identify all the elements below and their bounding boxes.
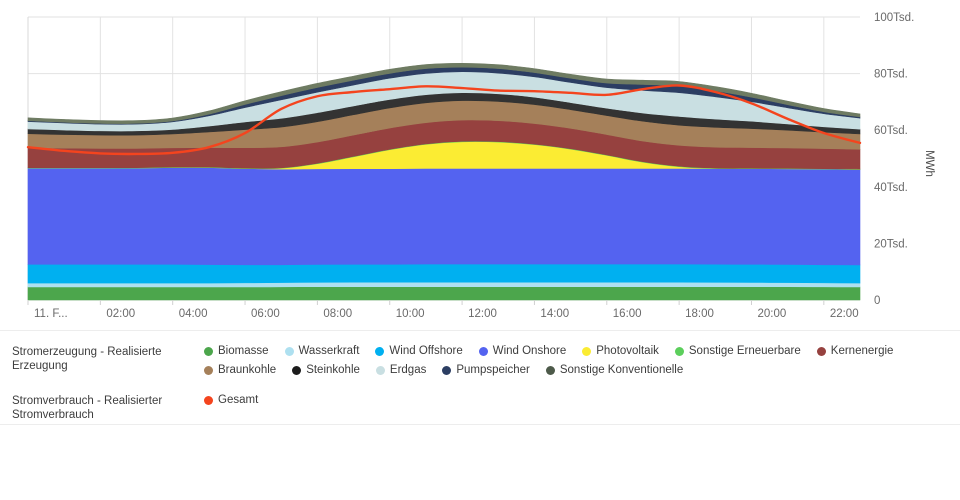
x-axis-tick-label: 04:00 [179,308,208,320]
legend-item-label: Steinkohle [306,364,360,376]
area-series-biomasse[interactable] [27,286,861,301]
area-series-wind-offshore[interactable] [27,263,861,284]
legend-item-label: Pumpspeicher [456,364,530,376]
legend-swatch-icon [478,346,488,356]
chart-region: 0 20Tsd. 40Tsd. 60Tsd. 80Tsd. 100Tsd. 11. F..… [0,0,960,330]
legend-generation-title: Stromerzeugung - Realisierte Erzeugung [12,346,162,372]
y-axis-tick-label: 0 [874,295,880,307]
x-axis-tick-label: 22:00 [830,308,859,320]
y-axis-tick-label: 100Tsd. [874,12,914,24]
legend-swatch-icon [292,365,302,375]
legend-item-label: Wind Offshore [389,345,463,357]
legend-item-label: Sonstige Konventionelle [559,364,684,376]
legend-consumption-items: Gesamt [204,393,960,407]
legend-swatch-icon [816,346,826,356]
x-axis-labels: 11. F... 02:00 04:00 06:00 08:00 10:00 12:00 14… [27,300,859,320]
area-series-wind-onshore[interactable] [27,167,861,266]
legend-item-label: Gesamt [218,394,259,406]
legend-item-wasserkraft[interactable]: Wasserkraft [284,344,360,358]
x-axis-tick-label: 08:00 [323,308,352,320]
legend-consumption: Stromverbrauch - Realisierter Stromverbr… [0,377,960,422]
legend-item-kernenergie[interactable]: Kernenergie [816,344,894,358]
x-axis-tick-label: 11. F... [34,308,68,320]
stacked-area-chart[interactable]: 0 20Tsd. 40Tsd. 60Tsd. 80Tsd. 100Tsd. 11. F..… [0,0,960,330]
legend-swatch-icon [545,365,555,375]
legend-swatch-icon [442,365,452,375]
legend-item-sonstige-konventionelle[interactable]: Sonstige Konventionelle [545,363,684,377]
legend-item-label: Wind Onshore [492,345,567,357]
y-axis-title-group: MWh [923,150,935,177]
x-axis-tick-label: 18:00 [685,308,714,320]
legend-item-label: Braunkohle [218,364,277,376]
legend-region: Stromerzeugung - Realisierte Erzeugung B… [0,330,960,425]
x-axis-tick-label: 16:00 [613,308,642,320]
chart-page: 0 20Tsd. 40Tsd. 60Tsd. 80Tsd. 100Tsd. 11. F..… [0,0,960,500]
legend-swatch-icon [375,365,385,375]
y-axis-tick-label: 20Tsd. [874,238,908,250]
x-axis-tick-label: 06:00 [251,308,280,320]
legend-item-pumpspeicher[interactable]: Pumpspeicher [442,363,530,377]
legend-item-label: Kernenergie [830,345,894,357]
legend-swatch-icon [375,346,385,356]
legend-generation: Stromerzeugung - Realisierte Erzeugung B… [0,331,960,377]
legend-item-label: Wasserkraft [298,345,360,357]
legend-swatch-icon [582,346,592,356]
legend-item-label: Sonstige Erneuerbare [688,345,801,357]
y-axis-tick-label: 80Tsd. [874,69,908,81]
legend-item-wind-onshore[interactable]: Wind Onshore [478,344,567,358]
legend-item-label: Biomasse [218,345,269,357]
legend-swatch-icon [204,395,213,405]
legend-swatch-icon [284,346,294,356]
x-axis-tick-label: 12:00 [468,308,497,320]
legend-swatch-icon [674,346,684,356]
y-axis-tick-label: 40Tsd. [874,182,908,194]
legend-item-photovoltaik[interactable]: Photovoltaik [582,344,659,358]
legend-item-wind-offshore[interactable]: Wind Offshore [375,344,463,358]
legend-consumption-title: Stromverbrauch - Realisierter Stromverbr… [12,395,163,421]
y-axis-title: MWh [923,150,935,177]
y-axis-tick-label: 60Tsd. [874,125,908,137]
x-axis-tick-label: 02:00 [106,308,135,320]
legend-item-braunkohle[interactable]: Braunkohle [204,363,276,377]
legend-item-steinkohle[interactable]: Steinkohle [292,363,360,377]
legend-item-erdgas[interactable]: Erdgas [375,363,427,377]
legend-swatch-icon [204,346,213,356]
y-axis-labels: 0 20Tsd. 40Tsd. 60Tsd. 80Tsd. 100Tsd. [874,12,914,307]
legend-item-biomasse[interactable]: Biomasse [204,344,269,358]
legend-item-sonstige-erneuerbare[interactable]: Sonstige Erneuerbare [674,344,801,358]
legend-item-label: Photovoltaik [596,345,659,357]
legend-generation-items: Biomasse Wasserkraft Wind Offshore Wind Ons… [204,344,960,377]
legend-item-label: Erdgas [389,364,427,376]
legend-swatch-icon [204,365,213,375]
x-axis-tick-label: 14:00 [540,308,569,320]
x-axis-tick-label: 20:00 [757,308,786,320]
x-axis-tick-label: 10:00 [396,308,425,320]
legend-item-gesamt[interactable]: Gesamt [204,393,258,407]
